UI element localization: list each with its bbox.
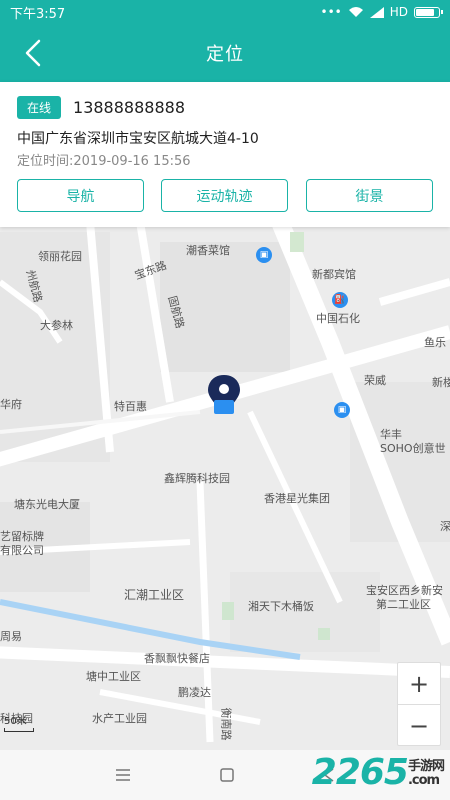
zoom-in-button[interactable]: +	[398, 663, 440, 705]
zoom-out-button[interactable]: −	[398, 705, 440, 747]
map-label: 周易	[0, 630, 22, 643]
map-label: 水产工业园	[92, 712, 147, 725]
map-label: 鹏凌达	[178, 686, 211, 699]
navigate-button[interactable]: 导航	[17, 179, 144, 212]
wifi-icon	[348, 7, 363, 17]
bus-stop-icon[interactable]: ▣	[256, 247, 272, 263]
watermark-brand: 2265	[311, 752, 409, 793]
bus-stop-icon[interactable]: ▣	[334, 402, 350, 418]
cell-signal-icon	[369, 6, 384, 18]
page-title: 定位	[206, 44, 244, 65]
track-button[interactable]: 运动轨迹	[161, 179, 288, 212]
network-type: HD	[389, 5, 408, 19]
map-scale: 50米	[4, 712, 34, 732]
back-button[interactable]	[18, 37, 50, 69]
map-label: 第二工业区	[376, 598, 431, 611]
gas-station-icon[interactable]: ⛽	[332, 292, 348, 308]
menu-icon[interactable]	[115, 769, 131, 781]
back-arrow-icon	[25, 39, 41, 67]
more-dots-icon: •••	[320, 5, 342, 19]
map-label: 特百惠	[114, 400, 147, 413]
scale-bar	[4, 728, 34, 732]
map-label: 新都宾馆	[312, 268, 356, 281]
zoom-controls: + −	[397, 662, 441, 746]
map-label: 有限公司	[0, 544, 44, 557]
map-label: 塘东光电大厦	[14, 498, 80, 511]
online-status-badge: 在线	[17, 96, 62, 119]
map-label: 汇潮工业区	[124, 588, 185, 602]
watermark-sub1: 手游网	[407, 758, 445, 774]
watermark-sub: 手游网 .com	[407, 758, 445, 789]
map-label: 华府	[0, 398, 22, 411]
watermark-logo: 2265手游网 .com	[311, 752, 445, 793]
home-icon[interactable]	[220, 768, 234, 782]
location-time: 定位时间:2019-09-16 15:56	[17, 154, 191, 169]
map-label: 潮香菜馆	[186, 244, 230, 257]
map-label: 香港星光集团	[264, 492, 330, 505]
scale-label: 50米	[4, 716, 27, 727]
map-label: 塘中工业区	[86, 670, 141, 683]
card-header: 在线 13888888888	[17, 96, 185, 119]
map-label: 大参林	[40, 319, 73, 332]
map-label: 鑫辉腾科技园	[164, 472, 230, 485]
map-label: 香飘飘快餐店	[144, 652, 210, 665]
map-label: 衡南路	[219, 707, 233, 741]
watermark-sub2: .com	[407, 773, 440, 788]
map-label: 深	[440, 520, 450, 533]
map-label: 鱼乐	[424, 336, 446, 349]
location-marker-icon[interactable]	[208, 375, 240, 414]
map-label: 湘天下木桶饭	[248, 600, 314, 613]
status-time: 下午3:57	[10, 6, 66, 22]
device-phone: 13888888888	[73, 98, 185, 117]
map-label: 荣威	[364, 374, 386, 387]
map-label: 领丽花园	[38, 250, 82, 263]
status-bar: 下午3:57 ••• HD	[0, 0, 450, 24]
app-header: 定位	[0, 24, 450, 82]
status-icons: ••• HD	[320, 5, 443, 19]
map-label: SOHO创意世	[380, 442, 446, 455]
location-address: 中国广东省深圳市宝安区航城大道4-10	[17, 131, 259, 147]
map-label: 中国石化	[316, 312, 360, 325]
street-view-button[interactable]: 街景	[306, 179, 433, 212]
battery-icon	[414, 6, 443, 18]
location-info-card: 在线 13888888888 中国广东省深圳市宝安区航城大道4-10 定位时间:…	[0, 82, 450, 227]
map-label: 新楼	[432, 376, 450, 389]
